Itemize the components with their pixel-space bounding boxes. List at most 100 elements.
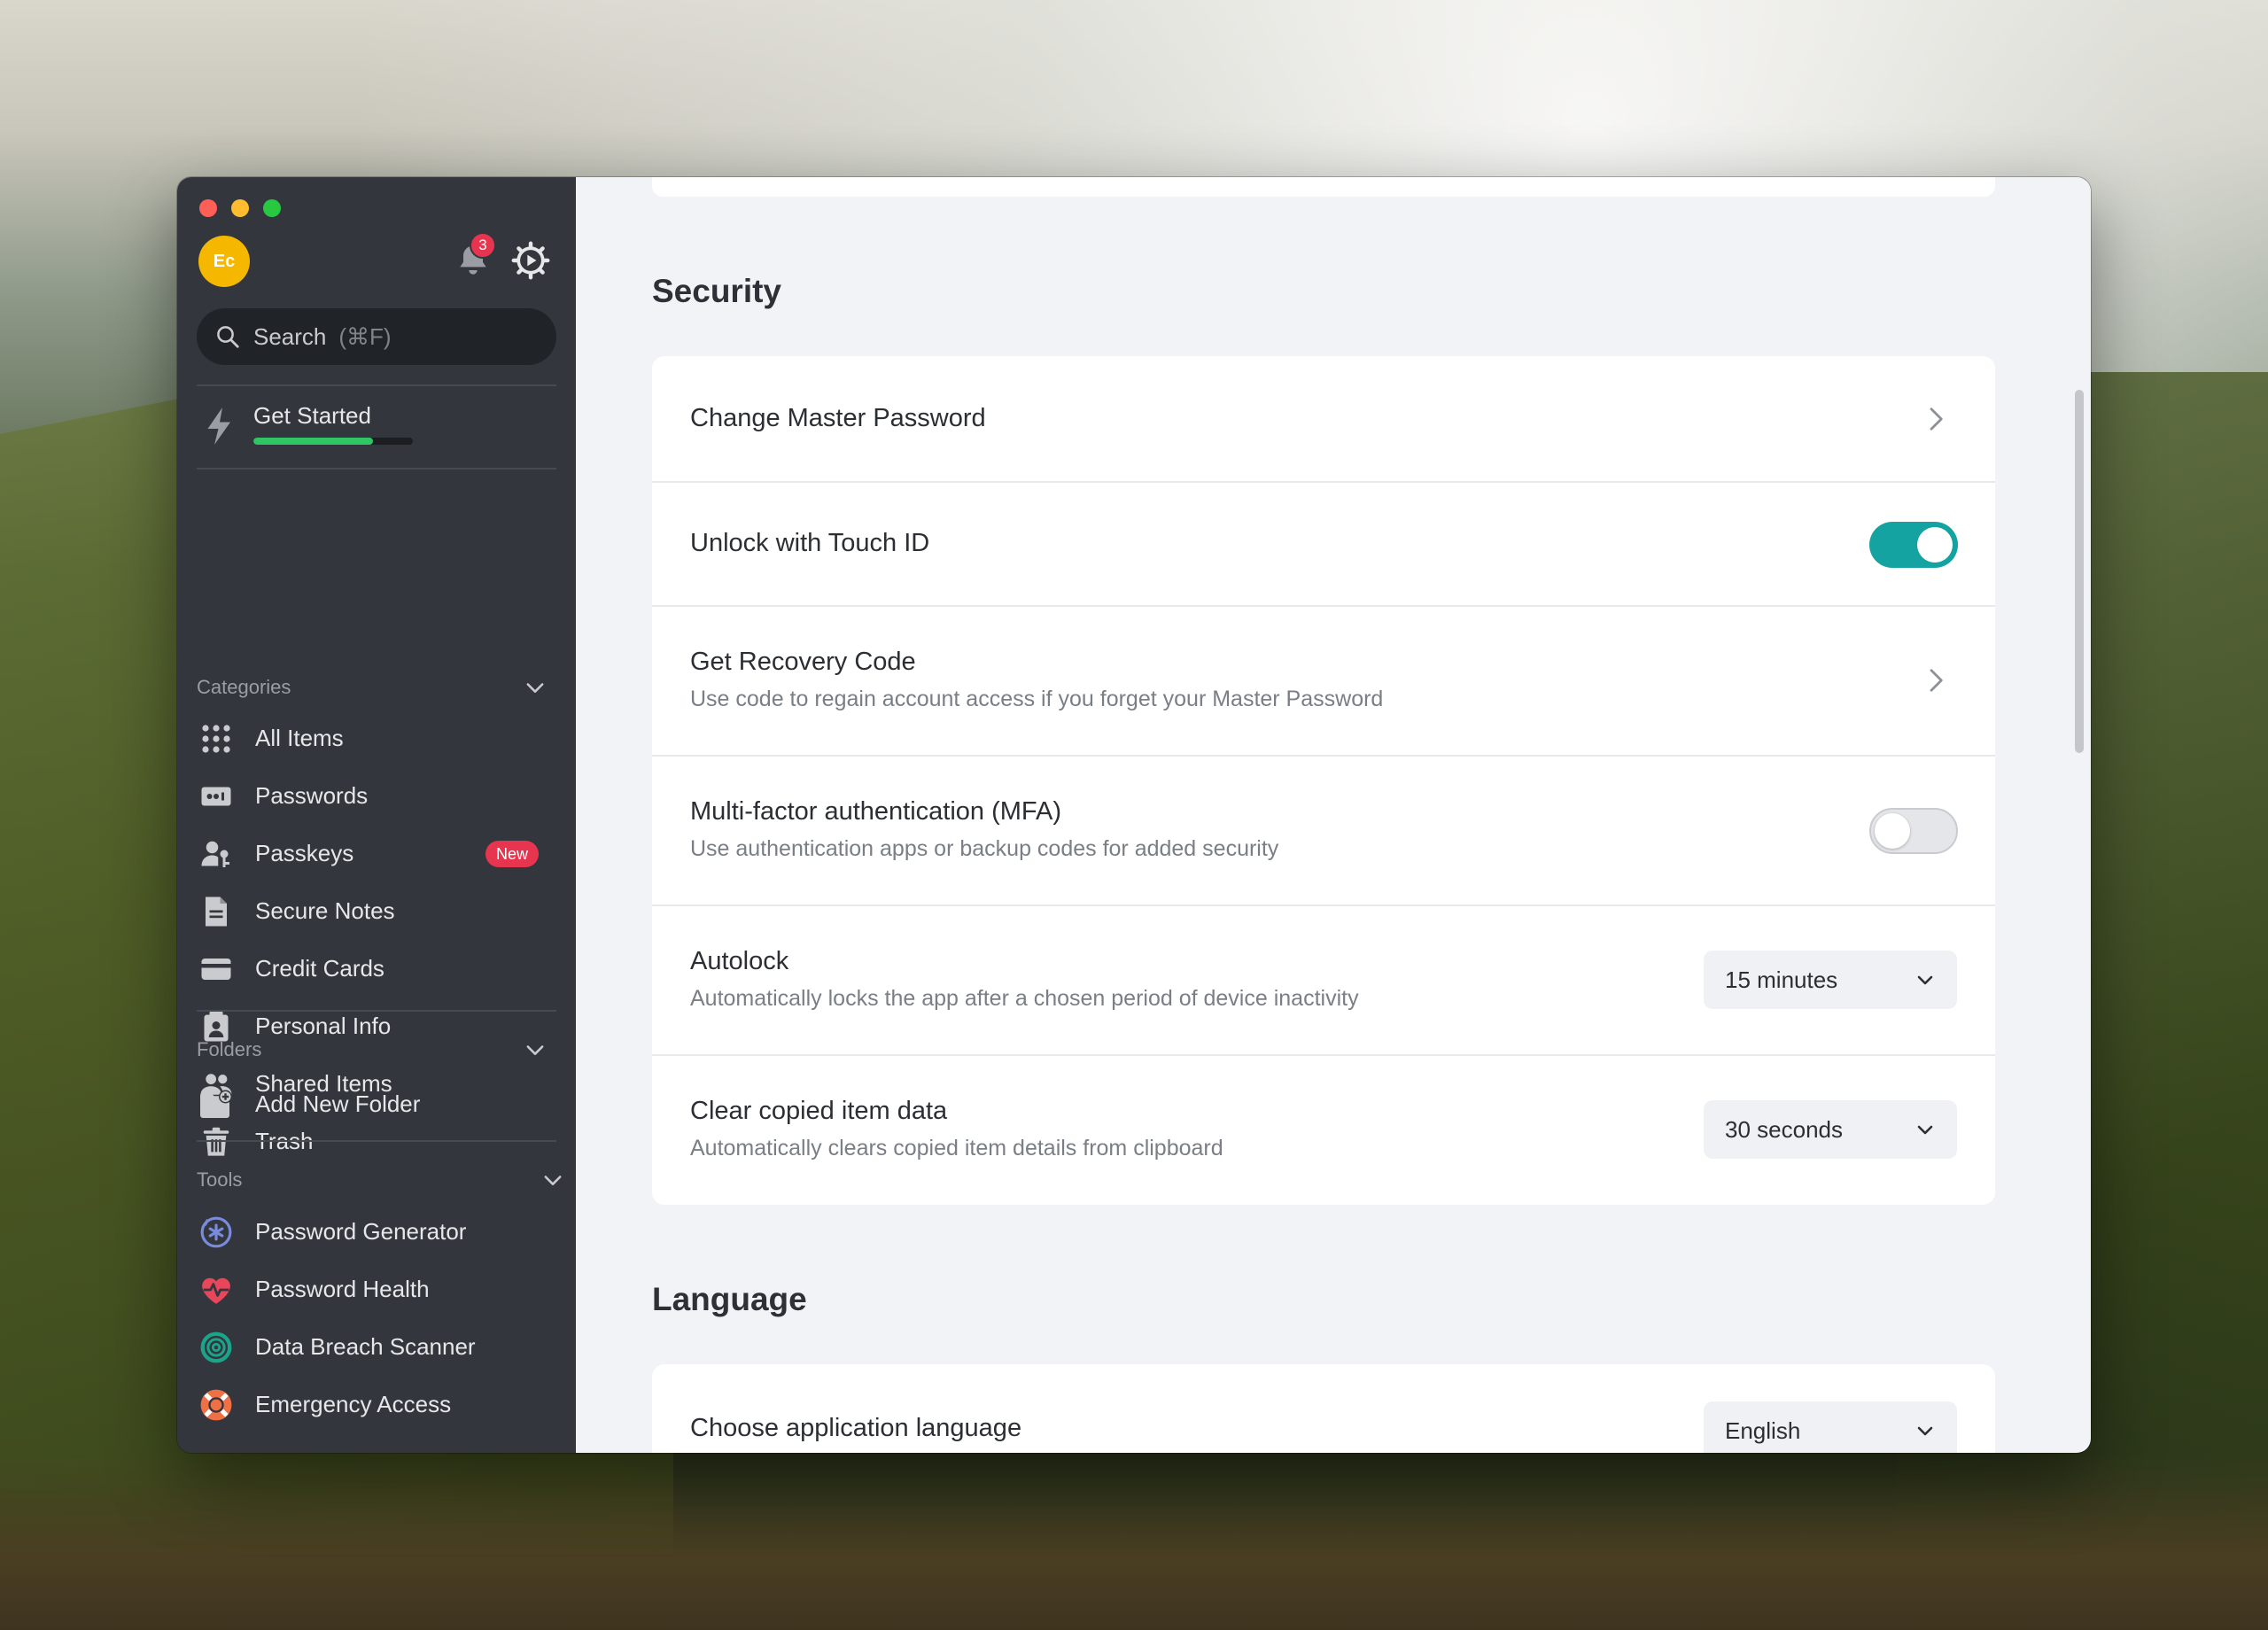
sidebar: Ec 3 Search (⌘F) Get Started Categories … [177, 177, 576, 1453]
sidebar-item-password-health[interactable]: Password Health [197, 1261, 556, 1318]
zoom-window-button[interactable] [263, 199, 281, 217]
select-value: English [1725, 1417, 1801, 1444]
sidebar-item-label: All Items [255, 725, 344, 751]
mfa-toggle[interactable] [1869, 808, 1958, 854]
get-started-label: Get Started [253, 402, 371, 429]
autolock-row: Autolock Automatically locks the app aft… [652, 906, 1995, 1056]
radar-icon [198, 1330, 234, 1365]
sidebar-item-label: Emergency Access [255, 1391, 452, 1417]
folders-label: Folders [197, 1038, 262, 1060]
toggle-knob [1875, 813, 1910, 849]
search-icon [217, 326, 239, 348]
chevron-down-icon [526, 1045, 544, 1055]
divider [197, 1010, 556, 1012]
search-input[interactable]: Search (⌘F) [197, 308, 556, 365]
unlock-touch-id-row: Unlock with Touch ID [652, 483, 1995, 607]
get-started-item[interactable]: Get Started [197, 397, 556, 468]
get-started-progress [253, 438, 413, 445]
recovery-code-row[interactable]: Get Recovery Code Use code to regain acc… [652, 607, 1995, 757]
tools-label: Tools [197, 1168, 243, 1191]
language-row: Choose application language English [652, 1364, 1995, 1453]
sidebar-item-label: Data Breach Scanner [255, 1333, 476, 1360]
background-ground [0, 1453, 2268, 1630]
chevron-down-icon [526, 683, 544, 693]
sidebar-item-secure-notes[interactable]: Secure Notes [197, 882, 556, 940]
sidebar-item-all-items[interactable]: All Items [197, 710, 556, 767]
row-subtitle: Use code to regain account access if you… [690, 687, 1384, 711]
add-new-folder-button[interactable]: Add New Folder [197, 1075, 556, 1133]
folders-header[interactable]: Folders [197, 1032, 556, 1067]
settings-panel: Security Change Master Password Unlock w… [576, 177, 2091, 1453]
row-title: Autolock [690, 947, 789, 975]
sidebar-item-emergency-access[interactable]: Emergency Access [197, 1376, 556, 1433]
notification-count: 3 [478, 237, 487, 253]
lifebuoy-icon [198, 1387, 234, 1423]
minimize-window-button[interactable] [231, 199, 249, 217]
row-title: Multi-factor authentication (MFA) [690, 797, 1062, 826]
progress-fill [253, 438, 373, 445]
sidebar-item-passwords[interactable]: Passwords [197, 767, 556, 825]
sidebar-item-label: Credit Cards [255, 955, 384, 982]
scrollbar-thumb[interactable] [2075, 390, 2084, 753]
sidebar-item-credit-cards[interactable]: Credit Cards [197, 940, 556, 997]
app-window: Ec 3 Search (⌘F) Get Started Categories … [177, 177, 2091, 1453]
row-subtitle: Use authentication apps or backup codes … [690, 836, 1279, 861]
row-subtitle: Automatically locks the app after a chos… [690, 986, 1359, 1011]
divider [197, 1140, 556, 1142]
password-generator-icon [198, 1215, 234, 1250]
sidebar-item-label: Password Generator [255, 1218, 467, 1245]
toggle-knob [1917, 527, 1953, 563]
mfa-row: Multi-factor authentication (MFA) Use au… [652, 757, 1995, 906]
chevron-down-icon [1917, 1125, 1933, 1135]
lightning-icon [207, 408, 230, 445]
avatar[interactable]: Ec [198, 236, 250, 287]
chevron-down-icon [1917, 1426, 1933, 1436]
sidebar-item-data-breach-scanner[interactable]: Data Breach Scanner [197, 1318, 556, 1376]
notification-badge: 3 [470, 232, 496, 259]
row-title: Get Recovery Code [690, 648, 916, 676]
security-section-title: Security [652, 273, 782, 309]
divider [197, 384, 556, 386]
row-title: Clear copied item data [690, 1097, 948, 1125]
divider [197, 468, 556, 470]
language-section-title: Language [652, 1281, 807, 1317]
folders-list: Add New Folder [197, 1075, 556, 1133]
select-value: 30 seconds [1725, 1115, 1843, 1143]
avatar-initials: Ec [213, 251, 236, 271]
clear-copied-data-row: Clear copied item data Automatically cle… [652, 1056, 1995, 1205]
close-window-button[interactable] [199, 199, 217, 217]
change-master-password-row[interactable]: Change Master Password [652, 356, 1995, 483]
row-title: Unlock with Touch ID [690, 529, 930, 557]
categories-header[interactable]: Categories [197, 670, 556, 705]
autolock-select[interactable]: 15 minutes [1704, 951, 1957, 1009]
language-select[interactable]: English [1704, 1401, 1957, 1453]
password-icon [198, 779, 234, 814]
gear-icon[interactable] [511, 241, 550, 280]
categories-label: Categories [197, 676, 291, 698]
window-controls [199, 199, 281, 217]
sidebar-item-passkeys[interactable]: Passkeys New [197, 825, 556, 882]
credit-card-icon [198, 951, 234, 987]
note-icon [198, 894, 234, 929]
tools-header[interactable]: Tools [197, 1162, 562, 1198]
grid-icon [198, 721, 234, 757]
language-card: Choose application language English [652, 1364, 1995, 1453]
sidebar-item-label: Password Health [255, 1276, 430, 1302]
search-shortcut: (⌘F) [338, 322, 392, 350]
row-subtitle: Automatically clears copied item details… [690, 1136, 1223, 1160]
search-placeholder: Search [253, 322, 327, 350]
chevron-right-icon [1930, 408, 1943, 431]
chevron-right-icon [1930, 669, 1943, 692]
select-value: 15 minutes [1725, 966, 1838, 993]
passkey-icon [198, 836, 234, 872]
sidebar-item-label: Secure Notes [255, 897, 395, 924]
tools-list: Password Generator Password Health Data … [197, 1203, 556, 1433]
new-badge: New [485, 841, 539, 867]
sidebar-item-password-generator[interactable]: Password Generator [197, 1203, 556, 1261]
security-card: Change Master Password Unlock with Touch… [652, 356, 1995, 1205]
clear-clipboard-select[interactable]: 30 seconds [1704, 1100, 1957, 1159]
touch-id-toggle[interactable] [1869, 522, 1958, 568]
chevron-down-icon [544, 1176, 562, 1185]
folder-add-icon [198, 1087, 234, 1122]
previous-settings-card [652, 177, 1995, 197]
